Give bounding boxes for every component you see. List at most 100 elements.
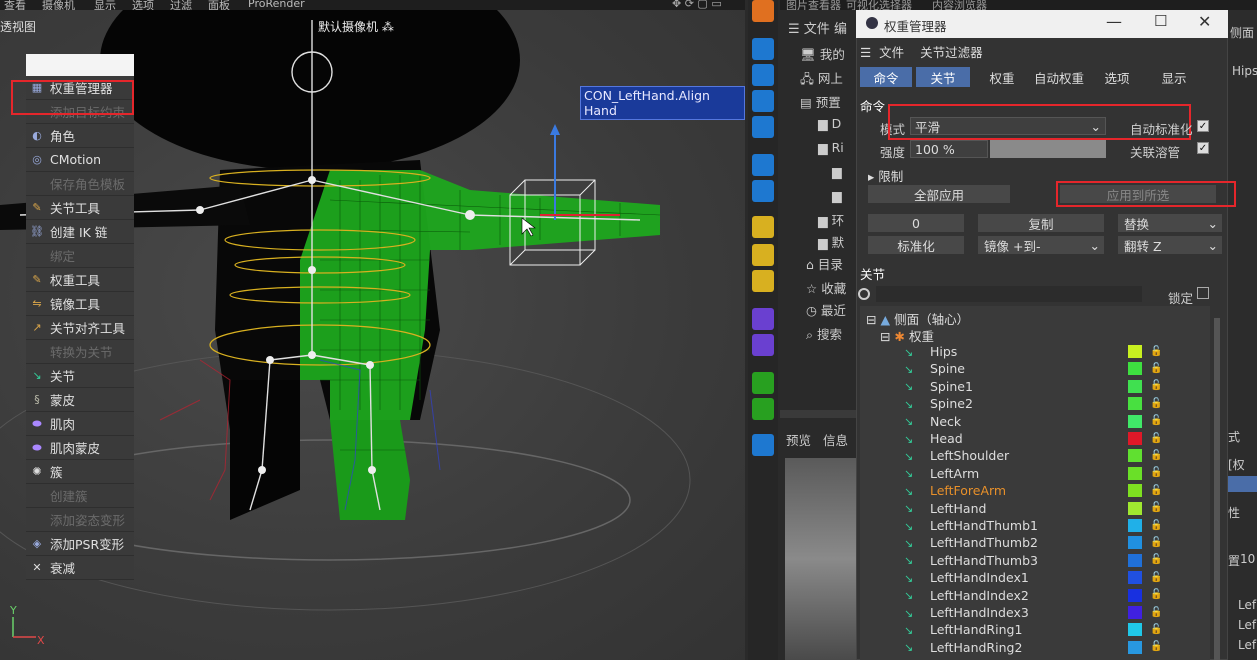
lock-icon[interactable]: 🔓 (1150, 433, 1162, 445)
joint-row[interactable]: ↘ LeftForeArm 🔓 (860, 482, 1210, 499)
transfer-icon[interactable] (752, 434, 774, 456)
menu-item-ik-chain[interactable]: ⛓ 创建 IK 链 (26, 220, 134, 244)
joint-color-swatch[interactable] (1128, 536, 1142, 550)
tab-command[interactable]: 命令 (860, 67, 912, 87)
joint-row[interactable]: ↘ Hips 🔓 (860, 343, 1210, 360)
lock-icon[interactable]: 🔓 (1150, 537, 1162, 549)
om-menu-edit[interactable]: 编 (834, 22, 847, 37)
lock-icon[interactable]: 🔓 (1150, 624, 1162, 636)
joint-row[interactable]: ↘ Spine2 🔓 (860, 395, 1210, 412)
joint-color-swatch[interactable] (1128, 484, 1142, 498)
strength-input[interactable]: 100 % (910, 140, 988, 158)
menu-item-joint-align[interactable]: ↗ 关节对齐工具 (26, 316, 134, 340)
joint-row[interactable]: ↘ Head 🔓 (860, 430, 1210, 447)
tab-preview[interactable]: 预览 (786, 433, 811, 448)
tab-auto-weight[interactable]: 自动权重 (1030, 67, 1088, 87)
wm-menu-joint-filter[interactable]: 关节过滤器 (920, 45, 983, 60)
joint-color-swatch[interactable] (1128, 466, 1142, 480)
purple-tool-icon[interactable] (752, 334, 774, 356)
lock-icon[interactable]: 🔓 (1150, 398, 1162, 410)
menu-view[interactable]: 查看 (4, 0, 26, 10)
maximize-icon[interactable]: ☐ (1154, 12, 1167, 30)
joint-color-swatch[interactable] (1128, 414, 1142, 428)
joint-color-swatch[interactable] (1128, 606, 1142, 619)
joint-row[interactable]: ↘ LeftHandRing1 🔓 (860, 621, 1210, 638)
joint-color-swatch[interactable] (1128, 345, 1142, 358)
lock-checkbox[interactable] (1197, 287, 1209, 299)
figure-icon[interactable] (752, 116, 774, 138)
menu-item-character[interactable]: ◐ 角色 (26, 124, 134, 148)
tab-options[interactable]: 选项 (1094, 67, 1140, 87)
joint-row[interactable]: ↘ LeftHand 🔓 (860, 500, 1210, 517)
wm-menu-file[interactable]: 文件 (879, 45, 904, 60)
copy-button[interactable]: 复制 (978, 214, 1104, 232)
cinema4d-logo-icon[interactable] (752, 0, 774, 22)
om-menu-file[interactable]: 文件 (804, 22, 830, 37)
om-tree-item[interactable]: ☆ 收藏 (806, 278, 846, 297)
joint-color-swatch[interactable] (1128, 623, 1142, 637)
joint-search-input[interactable] (876, 286, 1142, 302)
joint-color-swatch[interactable] (1128, 640, 1142, 654)
joint-color-swatch[interactable] (1128, 519, 1142, 532)
lock-icon[interactable]: 🔓 (1150, 346, 1162, 358)
menu-camera[interactable]: 摄像机 (42, 0, 75, 10)
tool-icon[interactable] (752, 244, 774, 266)
om-tree-item[interactable]: ⌂ 目录 (806, 254, 843, 273)
om-tree-item[interactable]: 🖥 我的 (800, 44, 845, 63)
search-icon[interactable] (858, 288, 870, 300)
tab-picture-viewer[interactable]: 图片查看器 (786, 0, 841, 10)
normalize-button[interactable]: 标准化 (868, 236, 964, 254)
paste-icon[interactable] (752, 180, 774, 202)
menu-item-joint[interactable]: ↘ 关节 (26, 364, 134, 388)
menu-filter[interactable]: 过滤 (170, 0, 192, 10)
close-icon[interactable]: ✕ (1198, 12, 1211, 31)
menu-item-muscle-skin[interactable]: ⬬ 肌肉蒙皮 (26, 436, 134, 460)
flip-dropdown[interactable]: 翻转 Z ⌄ (1118, 236, 1222, 254)
joint-row[interactable]: ↘ LeftHandThumb3 🔓 (860, 552, 1210, 569)
menu-display[interactable]: 显示 (94, 0, 116, 10)
om-tree-item[interactable]: ◷ 最近 (806, 300, 846, 319)
green-figure-icon[interactable] (752, 398, 774, 420)
joint-color-swatch[interactable] (1128, 553, 1142, 567)
tab-joints[interactable]: 关节 (916, 67, 970, 87)
weight-manager-titlebar[interactable]: 权重管理器 — ☐ ✕ (856, 10, 1228, 38)
tab-display[interactable]: 显示 (1146, 67, 1202, 87)
cursor-tool-icon[interactable] (752, 270, 774, 292)
replace-dropdown[interactable]: 替换 ⌄ (1118, 214, 1222, 232)
purple-tool-icon[interactable] (752, 308, 774, 330)
auto-normalize-checkbox[interactable]: ✓ (1197, 120, 1209, 132)
menu-prorender[interactable]: ProRender (248, 0, 305, 10)
lock-icon[interactable]: 🔓 (1150, 485, 1162, 497)
joint-row[interactable]: ↘ LeftHandRing2 🔓 (860, 639, 1210, 656)
menu-item-cluster[interactable]: ✺ 簇 (26, 460, 134, 484)
menu-item-psr-morph[interactable]: ◈ 添加PSR变形 (26, 532, 134, 556)
om-tree-item[interactable]: ⌕ 搜索 (806, 324, 842, 343)
menu-item-weight-tool[interactable]: ✎ 权重工具 (26, 268, 134, 292)
joint-row[interactable]: ↘ LeftArm 🔓 (860, 465, 1210, 482)
joint-row[interactable]: ↘ LeftHandThumb2 🔓 (860, 534, 1210, 551)
joint-color-swatch[interactable] (1128, 362, 1142, 376)
limit-section[interactable]: ▸ 限制 (868, 166, 903, 185)
r0-icon[interactable] (752, 216, 774, 238)
joint-row[interactable]: ↘ Spine 🔓 (860, 360, 1210, 377)
viewport-nav-icons[interactable]: ✥ ⟳ ▢ ▭ (672, 0, 742, 10)
menu-item-falloff[interactable]: ✕ 衰减 (26, 556, 134, 580)
lock-icon[interactable]: 🔓 (1150, 363, 1162, 375)
menu-item-skin[interactable]: § 蒙皮 (26, 388, 134, 412)
figure-icon[interactable] (752, 90, 774, 112)
joint-color-swatch[interactable] (1128, 571, 1142, 585)
copy-icon[interactable] (752, 154, 774, 176)
lock-icon[interactable]: 🔓 (1150, 380, 1162, 392)
tab-content-browser[interactable]: 内容浏览器 (932, 0, 987, 10)
mirror-dropdown[interactable]: 镜像 +到- ⌄ (978, 236, 1104, 254)
joint-row[interactable]: ↘ LeftHandIndex2 🔓 (860, 587, 1210, 604)
om-tree-item[interactable]: 🖧 网上 (800, 68, 843, 91)
tab-weights[interactable]: 权重 (976, 67, 1028, 87)
joint-color-swatch[interactable] (1128, 432, 1142, 445)
minimize-icon[interactable]: — (1106, 12, 1122, 31)
tab-info[interactable]: 信息 (823, 433, 848, 448)
green-figure-icon[interactable] (752, 372, 774, 394)
joint-row[interactable]: ↘ LeftHandIndex3 🔓 (860, 604, 1210, 621)
joint-color-swatch[interactable] (1128, 501, 1142, 515)
menu-item-mirror-tool[interactable]: ⇋ 镜像工具 (26, 292, 134, 316)
